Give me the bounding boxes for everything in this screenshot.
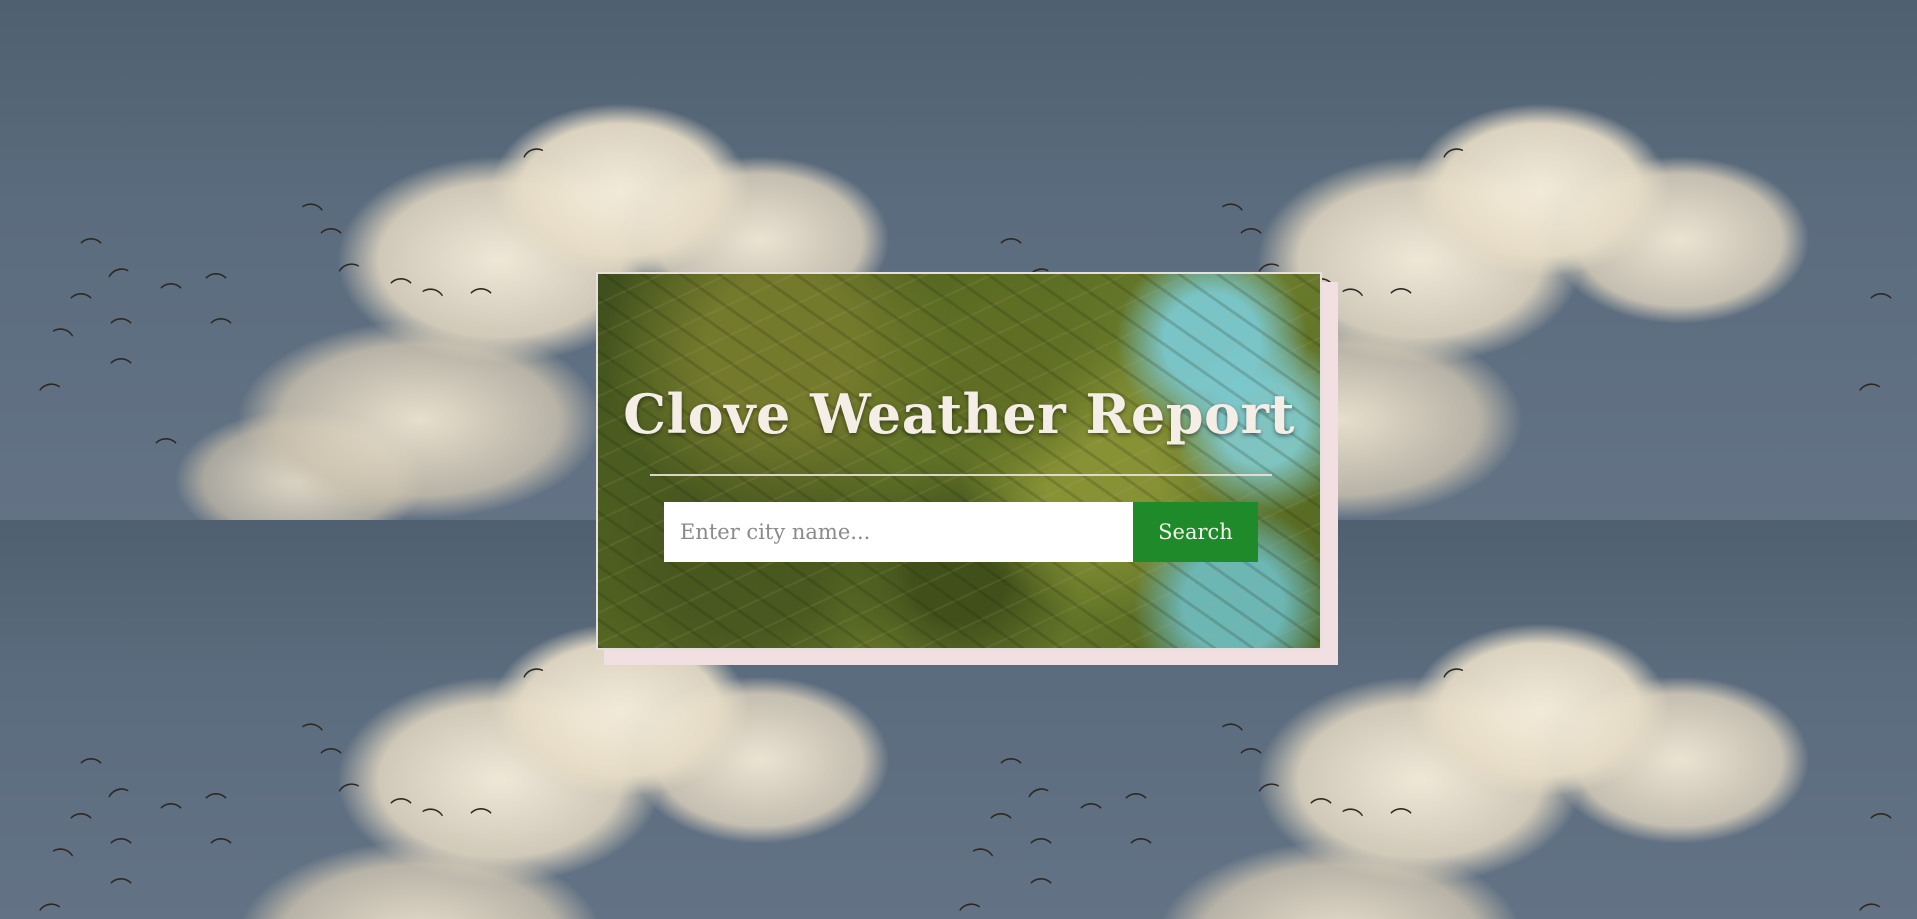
bird-icon: ⌒ bbox=[470, 808, 493, 833]
bird-icon: ⌒ bbox=[210, 838, 233, 863]
bird-icon: ⌒ bbox=[298, 201, 325, 230]
bird-icon: ⌒ bbox=[47, 325, 75, 356]
bird-icon: ⌒ bbox=[320, 748, 343, 773]
bird-icon: ⌒ bbox=[47, 845, 75, 876]
bird-icon: ⌒ bbox=[160, 803, 183, 828]
bird-icon: ⌒ bbox=[205, 793, 228, 818]
bird-icon: ⌒ bbox=[1870, 813, 1893, 838]
bird-icon: ⌒ bbox=[417, 285, 445, 316]
bird-icon: ⌒ bbox=[1257, 780, 1285, 811]
bird-icon: ⌒ bbox=[390, 278, 413, 303]
bird-icon: ⌒ bbox=[521, 665, 551, 697]
bird-icon: ⌒ bbox=[1310, 798, 1333, 823]
bird-icon: ⌒ bbox=[957, 901, 984, 919]
bird-icon: ⌒ bbox=[1390, 288, 1413, 313]
bird-icon: ⌒ bbox=[390, 798, 413, 823]
bird-icon: ⌒ bbox=[1000, 238, 1023, 263]
bird-icon: ⌒ bbox=[1857, 381, 1884, 410]
city-search-input[interactable] bbox=[664, 502, 1133, 562]
bird-icon: ⌒ bbox=[1130, 838, 1153, 863]
bird-icon: ⌒ bbox=[320, 228, 343, 253]
bird-icon: ⌒ bbox=[1857, 901, 1884, 919]
bird-icon: ⌒ bbox=[106, 785, 136, 816]
bird-icon: ⌒ bbox=[298, 721, 325, 750]
bird-icon: ⌒ bbox=[1030, 878, 1053, 903]
bird-icon: ⌒ bbox=[1870, 293, 1893, 318]
bird-icon: ⌒ bbox=[1080, 803, 1103, 828]
background-tile: ⌒ ⌒ bbox=[1840, 0, 1917, 520]
bird-icon: ⌒ bbox=[205, 273, 228, 298]
bird-icon: ⌒ bbox=[470, 288, 493, 313]
background-tile: ⌒ ⌒ bbox=[1840, 520, 1917, 919]
bird-icon: ⌒ bbox=[155, 438, 178, 463]
bird-icon: ⌒ bbox=[1000, 758, 1023, 783]
bird-icon: ⌒ bbox=[110, 318, 133, 343]
bird-icon: ⌒ bbox=[210, 318, 233, 343]
bird-icon: ⌒ bbox=[70, 293, 93, 318]
bird-icon: ⌒ bbox=[37, 901, 64, 919]
bird-icon: ⌒ bbox=[967, 845, 995, 876]
bird-icon: ⌒ bbox=[1441, 145, 1471, 177]
weather-search-card: Clove Weather Report Search bbox=[596, 272, 1322, 650]
bird-icon: ⌒ bbox=[80, 758, 103, 783]
city-search-form: Search bbox=[664, 502, 1258, 562]
bird-icon: ⌒ bbox=[1337, 805, 1365, 836]
bird-icon: ⌒ bbox=[110, 838, 133, 863]
bird-icon: ⌒ bbox=[110, 878, 133, 903]
bird-icon: ⌒ bbox=[110, 358, 133, 383]
title-divider bbox=[650, 474, 1272, 476]
bird-icon: ⌒ bbox=[1125, 793, 1148, 818]
bird-icon: ⌒ bbox=[106, 265, 136, 296]
bird-icon: ⌒ bbox=[1030, 838, 1053, 863]
bird-icon: ⌒ bbox=[70, 813, 93, 838]
bird-icon: ⌒ bbox=[37, 381, 64, 410]
bird-icon: ⌒ bbox=[1240, 228, 1263, 253]
bird-icon: ⌒ bbox=[417, 805, 445, 836]
bird-icon: ⌒ bbox=[1218, 721, 1245, 750]
bird-icon: ⌒ bbox=[990, 813, 1013, 838]
bird-icon: ⌒ bbox=[1441, 665, 1471, 697]
bird-icon: ⌒ bbox=[1337, 285, 1365, 316]
bird-icon: ⌒ bbox=[1390, 808, 1413, 833]
bird-icon: ⌒ bbox=[337, 780, 365, 811]
bird-icon: ⌒ bbox=[337, 260, 365, 291]
app-title: Clove Weather Report bbox=[623, 382, 1295, 446]
bird-icon: ⌒ bbox=[521, 145, 551, 177]
bird-icon: ⌒ bbox=[80, 238, 103, 263]
bird-icon: ⌒ bbox=[1026, 785, 1056, 816]
bird-icon: ⌒ bbox=[160, 283, 183, 308]
search-button[interactable]: Search bbox=[1133, 502, 1258, 562]
bird-icon: ⌒ bbox=[1240, 748, 1263, 773]
bird-icon: ⌒ bbox=[1218, 201, 1245, 230]
